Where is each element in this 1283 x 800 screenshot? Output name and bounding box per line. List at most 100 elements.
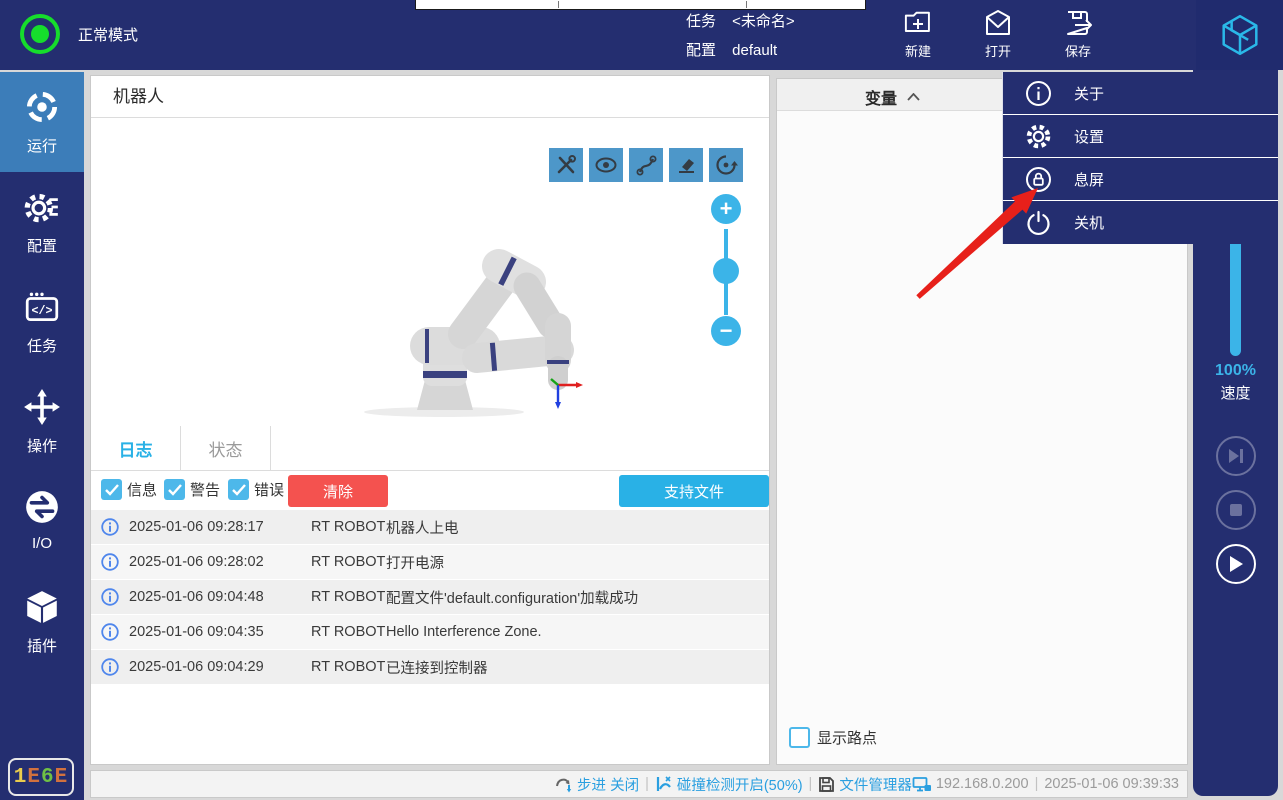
filter-warning-checkbox[interactable]: 警告: [164, 479, 220, 500]
play-icon: [1228, 555, 1244, 573]
checkbox-checked-icon: [228, 479, 249, 500]
zoom-in-button[interactable]: +: [711, 194, 741, 224]
menu-item-settings[interactable]: 设置: [1003, 115, 1278, 158]
show-waypoints-checkbox[interactable]: 显示路点: [789, 727, 877, 748]
status-bar: 步进 关闭 | 碰撞检测开启(50%) | 文件管理器 192.168.0.20…: [90, 770, 1188, 798]
save-icon: [1063, 8, 1093, 38]
status-code-badge: 1 E 6 E: [8, 758, 74, 796]
task-config-info: 任务 <未命名> 配置 default: [686, 7, 795, 65]
sidebar-item-operate[interactable]: 操作: [0, 372, 84, 472]
step-forward-icon: [1226, 447, 1246, 465]
log-row[interactable]: 2025-01-06 09:04:29 RT ROBOT 已连接到控制器: [91, 650, 769, 684]
log-list: 2025-01-06 09:28:17 RT ROBOT 机器人上电 2025-…: [91, 510, 769, 685]
zoom-slider-thumb[interactable]: [713, 258, 739, 284]
step-mode-status[interactable]: 步进 关闭: [555, 774, 639, 795]
operate-icon: [23, 388, 61, 426]
network-status[interactable]: 192.168.0.200: [912, 776, 1029, 793]
sidebar: 运行 配置 </> 任务 操作: [0, 72, 84, 800]
path-button[interactable]: [629, 148, 663, 182]
new-task-icon: [903, 8, 933, 38]
step-forward-button[interactable]: [1216, 436, 1256, 476]
zoom-out-button[interactable]: −: [711, 316, 741, 346]
filter-error-checkbox[interactable]: 错误: [228, 479, 284, 500]
clear-log-button[interactable]: 清除: [288, 475, 388, 507]
task-icon: </>: [23, 288, 61, 326]
robot-panel: 机器人 + −: [90, 75, 770, 765]
tools-button[interactable]: [549, 148, 583, 182]
network-icon: [912, 776, 932, 793]
sidebar-item-configure[interactable]: 配置: [0, 172, 84, 272]
log-filter-row: 信息 警告 错误 清除 支持文件: [91, 472, 769, 509]
plugin-icon: [23, 588, 61, 626]
info-icon: [101, 588, 119, 606]
support-files-button[interactable]: 支持文件: [619, 475, 769, 507]
filter-info-checkbox[interactable]: 信息: [101, 479, 157, 500]
tools-icon: [554, 153, 578, 177]
menu-item-shutdown[interactable]: 关机: [1003, 201, 1278, 244]
sidebar-item-io[interactable]: I/O: [0, 472, 84, 572]
open-button[interactable]: 打开: [970, 8, 1026, 64]
checkbox-unchecked-icon: [789, 727, 810, 748]
robot-panel-title: 机器人: [91, 76, 769, 118]
visibility-button[interactable]: [589, 148, 623, 182]
sidebar-item-task[interactable]: </> 任务: [0, 272, 84, 372]
shutdown-icon: [1025, 209, 1052, 236]
system-datetime: 2025-01-06 09:39:33: [1044, 776, 1179, 792]
stop-button[interactable]: [1216, 490, 1256, 530]
about-icon: [1025, 80, 1052, 107]
tab-log[interactable]: 日志: [91, 426, 181, 471]
eraser-button[interactable]: [669, 148, 703, 182]
eye-icon: [594, 153, 618, 177]
eraser-icon: [674, 153, 698, 177]
sidebar-item-run[interactable]: 运行: [0, 72, 84, 172]
system-menu: 关于 设置 息屏 关机: [1002, 72, 1278, 244]
config-label: 配置: [686, 36, 728, 65]
menu-item-about[interactable]: 关于: [1003, 72, 1278, 115]
new-task-button[interactable]: 新建: [890, 8, 946, 64]
task-label: 任务: [686, 7, 728, 36]
status-dot-icon: [20, 14, 60, 54]
variables-collapse-toggle[interactable]: 变量: [865, 85, 920, 109]
io-icon: [23, 488, 61, 526]
play-button[interactable]: [1216, 544, 1256, 584]
log-row[interactable]: 2025-01-06 09:04:35 RT ROBOT Hello Inter…: [91, 615, 769, 649]
open-icon: [983, 8, 1013, 38]
save-button[interactable]: 保存: [1050, 8, 1106, 64]
mode-label: 正常模式: [78, 24, 138, 45]
floppy-icon: [818, 776, 835, 793]
log-status-tabs: 日志 状态: [91, 426, 769, 471]
configure-icon: [23, 188, 61, 226]
svg-text:</>: </>: [32, 305, 53, 318]
info-icon: [101, 658, 119, 676]
sidebar-item-plugin[interactable]: 插件: [0, 572, 84, 672]
collision-detection-status[interactable]: 碰撞检测开启(50%): [655, 774, 803, 795]
log-row[interactable]: 2025-01-06 09:28:17 RT ROBOT 机器人上电: [91, 510, 769, 544]
path-icon: [634, 153, 658, 177]
config-value: default: [732, 42, 777, 59]
tab-status[interactable]: 状态: [181, 426, 271, 471]
robot-mode-indicator: 正常模式: [20, 14, 138, 54]
reset-view-button[interactable]: [709, 148, 743, 182]
checkbox-checked-icon: [164, 479, 185, 500]
chevron-up-icon: [907, 93, 920, 101]
top-bar: 正常模式 任务 <未命名> 配置 default 新建 打开 保存: [0, 0, 1283, 70]
collision-icon: [655, 775, 673, 793]
rotate-icon: [714, 153, 738, 177]
run-icon: [23, 88, 61, 126]
menu-item-screen-off[interactable]: 息屏: [1003, 158, 1278, 201]
app-logo[interactable]: [1196, 0, 1283, 70]
step-mode-icon: [555, 775, 573, 793]
speed-percent: 100%: [1193, 362, 1278, 380]
stop-icon: [1229, 503, 1243, 517]
checkbox-checked-icon: [101, 479, 122, 500]
top-edit-box[interactable]: [415, 0, 866, 10]
log-row[interactable]: 2025-01-06 09:28:02 RT ROBOT 打开电源: [91, 545, 769, 579]
settings-icon: [1025, 123, 1052, 150]
log-row[interactable]: 2025-01-06 09:04:48 RT ROBOT 配置文件'defaul…: [91, 580, 769, 614]
task-value: <未命名>: [732, 13, 795, 30]
speed-caption: 速度: [1193, 382, 1278, 403]
info-icon: [101, 623, 119, 641]
brand-cube-icon: [1217, 12, 1263, 58]
file-manager-link[interactable]: 文件管理器: [818, 774, 912, 795]
robot-3d-view[interactable]: [359, 228, 589, 423]
